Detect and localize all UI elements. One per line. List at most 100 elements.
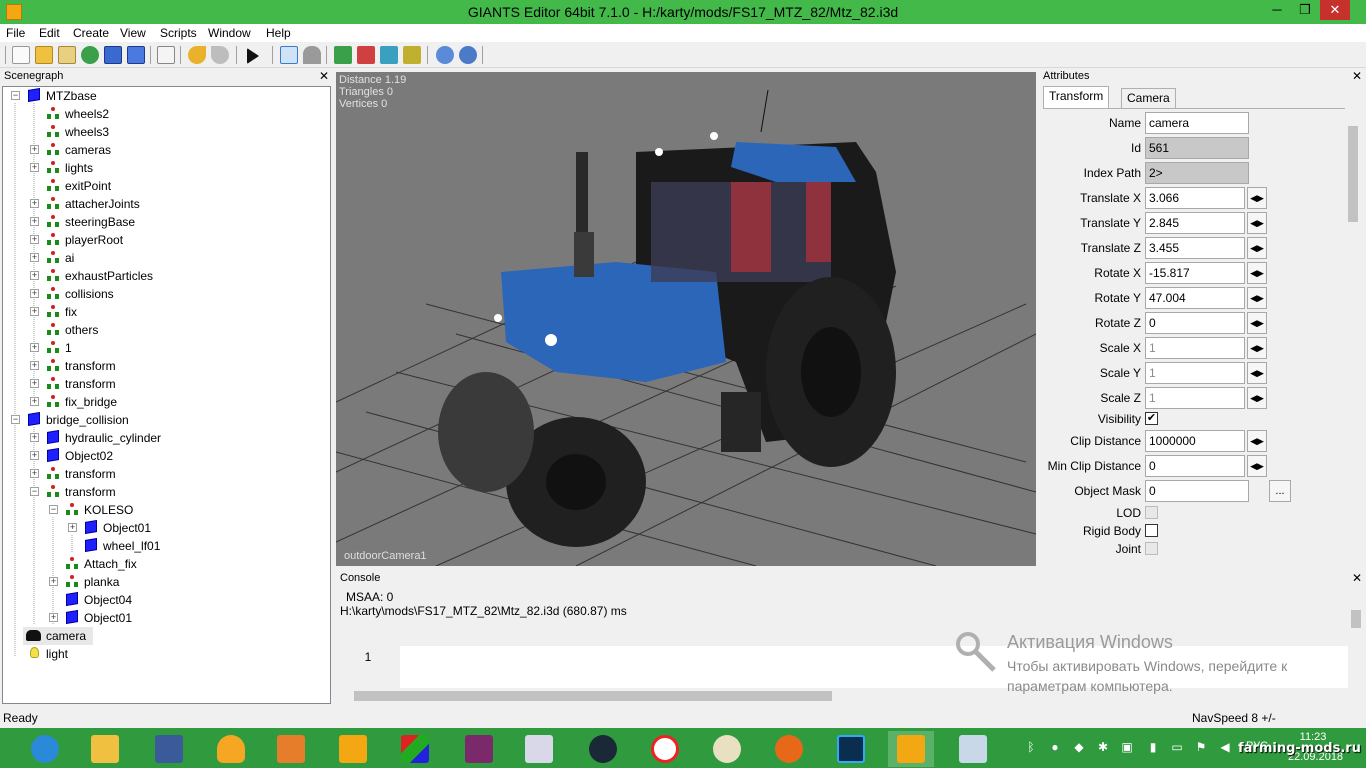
taskbar-firefox[interactable] bbox=[766, 731, 812, 767]
tree-node[interactable]: − transform bbox=[3, 483, 330, 501]
foliage-paint-icon[interactable] bbox=[380, 46, 398, 64]
magnet-icon[interactable] bbox=[303, 46, 321, 64]
foliage-erase-icon[interactable] bbox=[403, 46, 421, 64]
tree-node[interactable]: + ai bbox=[3, 249, 330, 267]
save-icon[interactable] bbox=[104, 46, 122, 64]
tab-transform[interactable]: Transform bbox=[1043, 86, 1110, 108]
expand-icon[interactable]: + bbox=[30, 397, 39, 406]
expand-icon[interactable]: + bbox=[30, 433, 39, 442]
translate-z-field[interactable] bbox=[1145, 237, 1245, 259]
taskbar-monitor[interactable] bbox=[950, 731, 996, 767]
taskbar-giants-active[interactable] bbox=[888, 731, 934, 767]
volume-icon[interactable]: ◀ bbox=[1218, 740, 1232, 754]
menu-scripts[interactable]: Scripts bbox=[160, 26, 197, 40]
taskbar-player[interactable] bbox=[268, 731, 314, 767]
save-as-icon[interactable] bbox=[127, 46, 145, 64]
visibility-checkbox[interactable]: ✔ bbox=[1145, 412, 1158, 425]
tree-node[interactable]: + Object02 bbox=[3, 447, 330, 465]
tree-node[interactable]: + fix_bridge bbox=[3, 393, 330, 411]
undo-icon[interactable] bbox=[188, 46, 206, 64]
expand-icon[interactable]: + bbox=[30, 361, 39, 370]
console-hscrollbar[interactable] bbox=[336, 688, 1348, 704]
tree-node[interactable]: others bbox=[3, 321, 330, 339]
expand-icon[interactable]: + bbox=[30, 343, 39, 352]
tree-node[interactable]: + exhaustParticles bbox=[3, 267, 330, 285]
tree-node[interactable]: + lights bbox=[3, 159, 330, 177]
menu-view[interactable]: View bbox=[120, 26, 146, 40]
tree-node[interactable]: + collisions bbox=[3, 285, 330, 303]
expand-icon[interactable]: + bbox=[68, 523, 77, 532]
taskbar-winrar[interactable] bbox=[456, 731, 502, 767]
expand-icon[interactable]: + bbox=[30, 271, 39, 280]
tree-node[interactable]: + Object01 bbox=[3, 609, 330, 627]
scale-x-stepper[interactable]: ◀▶ bbox=[1247, 337, 1267, 359]
bluetooth-icon[interactable]: ᛒ bbox=[1024, 740, 1038, 754]
tree-node[interactable]: − bridge_collision bbox=[3, 411, 330, 429]
new-file-icon[interactable] bbox=[12, 46, 30, 64]
menu-window[interactable]: Window bbox=[208, 26, 251, 40]
attributes-close-icon[interactable]: ✕ bbox=[1352, 68, 1362, 84]
name-field[interactable] bbox=[1145, 112, 1249, 134]
expand-icon[interactable]: + bbox=[30, 379, 39, 388]
scale-x-field[interactable] bbox=[1145, 337, 1245, 359]
object-mask-browse-button[interactable]: ... bbox=[1269, 480, 1291, 502]
min-clip-distance-field[interactable] bbox=[1145, 455, 1245, 477]
taskbar-ie[interactable] bbox=[22, 731, 68, 767]
scale-z-field[interactable] bbox=[1145, 387, 1245, 409]
tree-node[interactable]: Attach_fix bbox=[3, 555, 330, 573]
rotate-z-stepper[interactable]: ◀▶ bbox=[1247, 312, 1267, 334]
tree-node[interactable]: + transform bbox=[3, 357, 330, 375]
taskbar-yandex[interactable] bbox=[642, 731, 688, 767]
lod-checkbox[interactable] bbox=[1145, 506, 1158, 519]
scale-y-field[interactable] bbox=[1145, 362, 1245, 384]
tree-node[interactable]: wheels3 bbox=[3, 123, 330, 141]
network-icon[interactable]: ▮ bbox=[1146, 740, 1160, 754]
menu-create[interactable]: Create bbox=[73, 26, 109, 40]
collapse-icon[interactable]: − bbox=[11, 415, 20, 424]
edit-file-icon[interactable] bbox=[58, 46, 76, 64]
rigid-body-checkbox[interactable] bbox=[1145, 524, 1158, 537]
tree-node[interactable]: + hydraulic_cylinder bbox=[3, 429, 330, 447]
clip-distance-field[interactable] bbox=[1145, 430, 1245, 452]
rotate-y-field[interactable] bbox=[1145, 287, 1245, 309]
tree-node[interactable]: + planka bbox=[3, 573, 330, 591]
scenegraph-tree[interactable]: − MTZbase wheels2 wheels3 + cameras + li… bbox=[2, 86, 331, 704]
redo-icon[interactable] bbox=[211, 46, 229, 64]
expand-icon[interactable]: + bbox=[49, 613, 58, 622]
expand-icon[interactable]: + bbox=[30, 307, 39, 316]
tree-node[interactable]: Object04 bbox=[3, 591, 330, 609]
taskbar-explorer[interactable] bbox=[82, 731, 128, 767]
console-hscroll-thumb[interactable] bbox=[354, 691, 832, 701]
tree-node[interactable]: + attacherJoints bbox=[3, 195, 330, 213]
play-icon[interactable] bbox=[247, 48, 259, 64]
console-scroll-thumb[interactable] bbox=[1351, 610, 1361, 628]
tree-node[interactable]: + transform bbox=[3, 375, 330, 393]
maximize-button[interactable]: ❐ bbox=[1290, 0, 1320, 20]
tree-node[interactable]: + Object01 bbox=[3, 519, 330, 537]
home-icon[interactable] bbox=[280, 46, 298, 64]
collapse-icon[interactable]: − bbox=[30, 487, 39, 496]
expand-icon[interactable]: + bbox=[30, 253, 39, 262]
expand-icon[interactable]: + bbox=[49, 577, 58, 586]
taskbar-photoshop[interactable] bbox=[828, 731, 874, 767]
tree-node-selected[interactable]: camera bbox=[23, 627, 93, 645]
rotate-x-stepper[interactable]: ◀▶ bbox=[1247, 262, 1267, 284]
taskbar-paint[interactable] bbox=[704, 731, 750, 767]
console-close-icon[interactable]: ✕ bbox=[1352, 570, 1362, 586]
taskbar-steam[interactable] bbox=[580, 731, 626, 767]
tree-node[interactable]: wheel_lf01 bbox=[3, 537, 330, 555]
scale-z-stepper[interactable]: ◀▶ bbox=[1247, 387, 1267, 409]
min-clip-distance-stepper[interactable]: ◀▶ bbox=[1247, 455, 1267, 477]
gear-tray-icon[interactable]: ✱ bbox=[1096, 740, 1110, 754]
open-folder-icon[interactable] bbox=[35, 46, 53, 64]
collapse-icon[interactable]: − bbox=[11, 91, 20, 100]
expand-icon[interactable]: + bbox=[30, 217, 39, 226]
taskbar-rubik[interactable] bbox=[392, 731, 438, 767]
menu-edit[interactable]: Edit bbox=[39, 26, 60, 40]
rotate-y-stepper[interactable]: ◀▶ bbox=[1247, 287, 1267, 309]
close-button[interactable]: ✕ bbox=[1320, 0, 1350, 20]
scale-y-stepper[interactable]: ◀▶ bbox=[1247, 362, 1267, 384]
terrain-paint-icon[interactable] bbox=[334, 46, 352, 64]
rotate-x-field[interactable] bbox=[1145, 262, 1245, 284]
tree-node[interactable]: + playerRoot bbox=[3, 231, 330, 249]
